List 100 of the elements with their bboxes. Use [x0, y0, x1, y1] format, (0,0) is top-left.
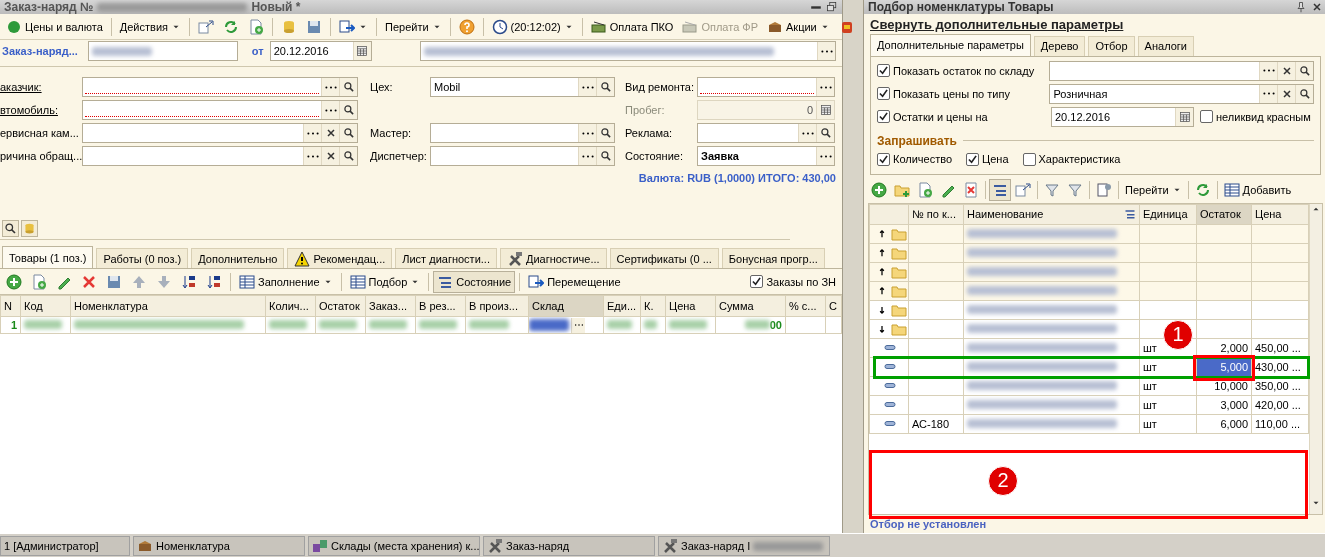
tab[interactable]: Дополнительные параметры [870, 33, 1031, 56]
search-button[interactable] [2, 220, 19, 237]
close-button[interactable] [1311, 0, 1323, 13]
taskbar-item[interactable]: Заказ-наряд I [658, 536, 830, 556]
tab[interactable]: Аналоги [1137, 35, 1194, 56]
menu-button[interactable]: Перейти [1122, 178, 1185, 201]
search-button[interactable] [339, 124, 357, 142]
clear-button[interactable] [1277, 61, 1295, 80]
org-field[interactable] [419, 41, 836, 61]
column-header[interactable]: Остаток [1196, 204, 1252, 225]
field-label[interactable]: аказчик: [0, 81, 82, 93]
column-header[interactable]: В рез... [415, 295, 466, 317]
collapse-link[interactable]: Свернуть дополнительные параметры [864, 13, 1325, 34]
input-field[interactable] [82, 123, 358, 143]
column-header[interactable]: Сумма [715, 295, 786, 317]
column-header[interactable]: № по к... [908, 204, 964, 225]
tab[interactable]: Лист диагности... [395, 248, 497, 268]
clear-button[interactable] [321, 147, 339, 165]
date-field[interactable]: 20.12.2016 [269, 41, 372, 61]
tab[interactable]: Отбор [1088, 35, 1135, 56]
input-field[interactable] [697, 77, 835, 97]
input-field[interactable] [430, 146, 615, 166]
tab[interactable]: Дерево [1033, 35, 1086, 56]
search-button[interactable] [596, 124, 614, 142]
input-field[interactable] [82, 77, 358, 97]
column-header[interactable]: Еди... [603, 295, 641, 317]
taskbar-item[interactable]: Номенклатура [133, 536, 305, 556]
search-button[interactable] [816, 124, 834, 142]
column-header[interactable]: Номенклатура [70, 295, 266, 317]
toolbar-button[interactable]: Перемещение [524, 270, 625, 293]
toolbar-button[interactable]: Заполнение [235, 270, 337, 293]
toolbar-button[interactable]: Добавить [1220, 178, 1295, 201]
clear-button[interactable] [1277, 84, 1295, 103]
taskbar-item[interactable]: 1 [Администратор] [0, 536, 130, 556]
clear-button[interactable] [321, 124, 339, 142]
tab[interactable]: Товары (1 поз.) [2, 246, 94, 268]
column-header[interactable]: Цена [1251, 204, 1309, 225]
input-field[interactable] [430, 123, 615, 143]
toolbar-button[interactable]: Цены и валюта [2, 15, 107, 38]
restore-button[interactable] [826, 1, 838, 13]
minimize-button[interactable] [810, 4, 822, 10]
choose-button[interactable] [816, 78, 834, 96]
pin-button[interactable] [1295, 0, 1307, 13]
column-header[interactable]: Колич... [265, 295, 316, 317]
toolbar-button[interactable]: Акции [763, 15, 834, 38]
toolbar-button[interactable]: Подбор [345, 270, 425, 293]
column-header[interactable]: Склад [528, 295, 604, 317]
tab[interactable]: Дополнительно [191, 248, 285, 268]
checkbox[interactable] [966, 152, 980, 166]
menu-button[interactable]: Действия [115, 15, 185, 38]
date-field[interactable]: 20.12.2016 [1051, 106, 1194, 127]
taskbar-item[interactable]: Склады (места хранения) к... [308, 536, 480, 556]
tab[interactable]: Сертификаты (0 ... [609, 248, 719, 268]
checkbox[interactable] [750, 275, 764, 288]
column-header[interactable]: % с... [785, 295, 826, 317]
column-header[interactable]: Заказ... [365, 295, 416, 317]
input-field[interactable] [697, 123, 835, 143]
column-header[interactable]: Наименование [963, 204, 1140, 225]
tab[interactable]: Рекомендац... [287, 248, 393, 268]
number-field[interactable] [87, 41, 238, 61]
column-header[interactable]: Код [20, 295, 71, 317]
search-button[interactable] [1295, 61, 1313, 80]
calendar-button[interactable] [352, 42, 371, 60]
taskbar-item[interactable]: Заказ-наряд [483, 536, 655, 556]
toolbar-button[interactable]: Оплата ПКО [586, 15, 678, 38]
search-button[interactable] [596, 78, 614, 96]
checkbox[interactable] [877, 110, 890, 124]
tab[interactable]: Бонусная прогр... [721, 248, 825, 268]
checkbox[interactable] [877, 152, 890, 166]
tab[interactable]: Диагностиче... [499, 248, 607, 268]
input-field[interactable]: Розничная [1049, 83, 1314, 104]
document-link[interactable]: Заказ-наряд... [2, 45, 78, 57]
input-field[interactable] [82, 100, 358, 120]
search-button[interactable] [596, 147, 614, 165]
input-field[interactable]: Заявка [697, 146, 835, 166]
column-header[interactable]: В произ... [465, 295, 529, 317]
column-header[interactable]: К. [640, 295, 666, 317]
checkbox[interactable] [1022, 152, 1036, 166]
choose-button[interactable] [816, 147, 834, 165]
choose-button[interactable] [817, 42, 835, 60]
column-header[interactable]: Цена [665, 295, 716, 317]
input-field[interactable] [1049, 60, 1314, 81]
search-button[interactable] [339, 101, 357, 119]
input-field[interactable]: Mobil [430, 77, 615, 97]
calendar-button[interactable] [1175, 107, 1193, 126]
toolbar-button[interactable]: Состояние [433, 270, 516, 293]
checkbox[interactable] [1200, 110, 1213, 124]
choose-button[interactable] [571, 317, 585, 333]
field-label[interactable]: втомобиль: [0, 104, 82, 116]
checkbox[interactable] [877, 64, 890, 78]
search-button[interactable] [339, 78, 357, 96]
menu-button[interactable]: Перейти [381, 15, 446, 38]
column-header[interactable]: N [0, 295, 21, 317]
tab[interactable]: Работы (0 поз.) [96, 248, 189, 268]
toolbar-button[interactable]: (20:12:02) [487, 15, 578, 38]
toolbar-button[interactable] [989, 178, 1011, 201]
input-field[interactable] [82, 146, 358, 166]
search-button[interactable] [1295, 84, 1313, 103]
column-header[interactable]: Остаток [315, 295, 366, 317]
search-button[interactable] [339, 147, 357, 165]
